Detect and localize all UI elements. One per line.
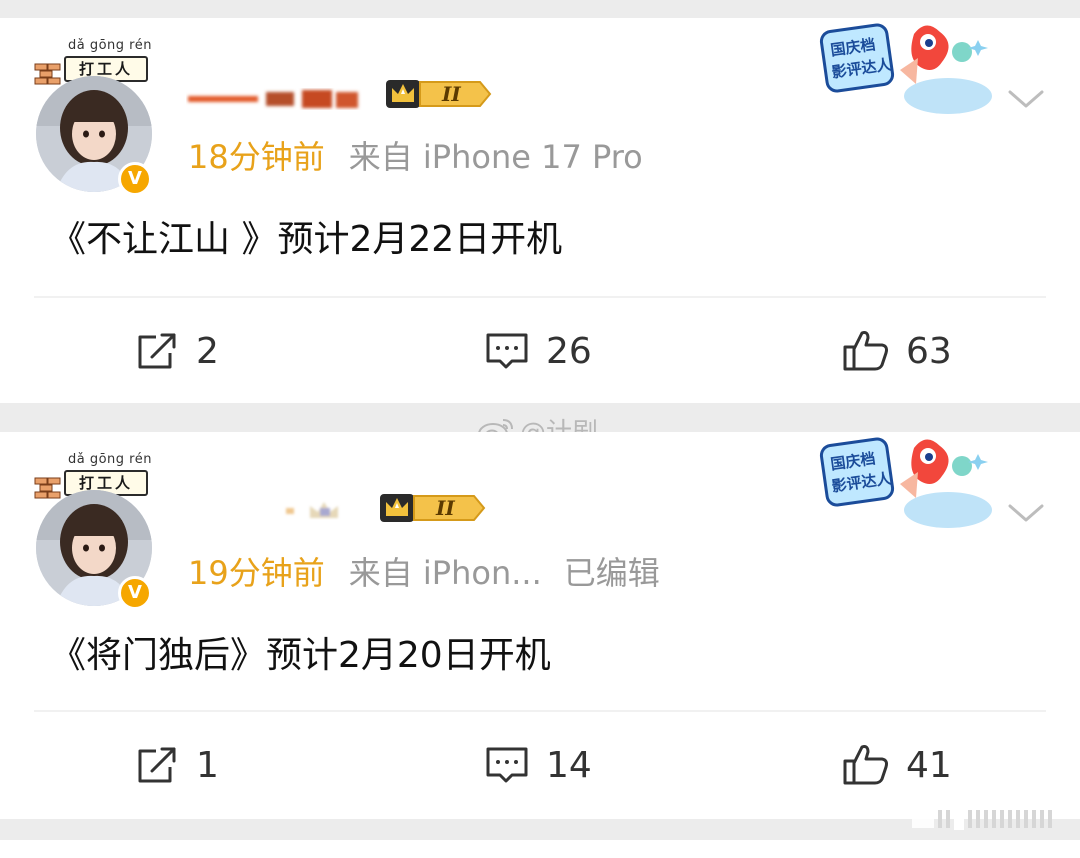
chevron-down-icon[interactable] [1006,88,1046,112]
pendant-pinyin: dǎ gōng rén [68,452,152,467]
avatar-with-pendant[interactable]: dǎ gōng rén 打工人 V [34,452,164,610]
promo-badge-sticker[interactable]: 国庆档 影评达人 [818,432,998,542]
repost-icon [138,333,176,369]
repost-count: 1 [196,744,219,786]
like-count: 63 [906,330,952,372]
post-source: 来自 iPhon... [348,554,542,592]
post-meta: 19分钟前 来自 iPhon... 已编辑 [188,548,660,594]
like-icon [843,331,888,371]
like-button[interactable]: 41 [842,738,952,792]
verified-badge-icon: V [118,576,152,610]
divider [34,296,1046,298]
like-icon [843,745,888,785]
comment-button[interactable]: 26 [484,324,592,378]
brick-icon [34,63,61,85]
post-meta: 18分钟前 来自 iPhone 17 Pro [188,132,643,178]
like-count: 41 [906,744,952,786]
comment-count: 26 [546,330,592,372]
next-card-edge [0,840,1080,858]
post-time: 18分钟前 [188,138,325,176]
comment-count: 14 [546,744,592,786]
post-time: 19分钟前 [188,554,325,592]
home-indicator-bars-icon [912,808,1052,830]
post-source: 来自 iPhone 17 Pro [348,138,643,176]
verified-badge-icon: V [118,162,152,196]
divider [34,710,1046,712]
repost-icon [138,747,176,783]
comment-button[interactable]: 14 [484,738,592,792]
like-button[interactable]: 63 [842,324,952,378]
member-level-badge[interactable]: II [378,488,488,528]
post-content: 《将门独后》预计2月20日开机 [50,635,551,676]
comment-icon [486,747,528,783]
edited-label: 已编辑 [563,554,660,592]
post-card: dǎ gōng rén 打工人 V [0,432,1080,819]
avatar-with-pendant[interactable]: dǎ gōng rén 打工人 V [34,38,164,196]
svg-text:II: II [441,82,461,106]
post-card: dǎ gōng rén 打工人 V [0,18,1080,403]
repost-count: 2 [196,330,219,372]
username-blurred[interactable] [280,494,370,524]
repost-button[interactable]: 2 [134,324,219,378]
username-blurred[interactable] [186,84,364,114]
svg-text:II: II [435,496,455,520]
brick-icon [34,477,61,499]
promo-badge-sticker[interactable]: 国庆档 影评达人 [818,18,998,128]
comment-icon [486,333,528,369]
chevron-down-icon[interactable] [1006,502,1046,526]
repost-button[interactable]: 1 [134,738,219,792]
post-content: 《不让江山 》预计2月22日开机 [50,219,563,260]
member-level-badge[interactable]: II [384,74,494,114]
pendant-pinyin: dǎ gōng rén [68,38,152,53]
